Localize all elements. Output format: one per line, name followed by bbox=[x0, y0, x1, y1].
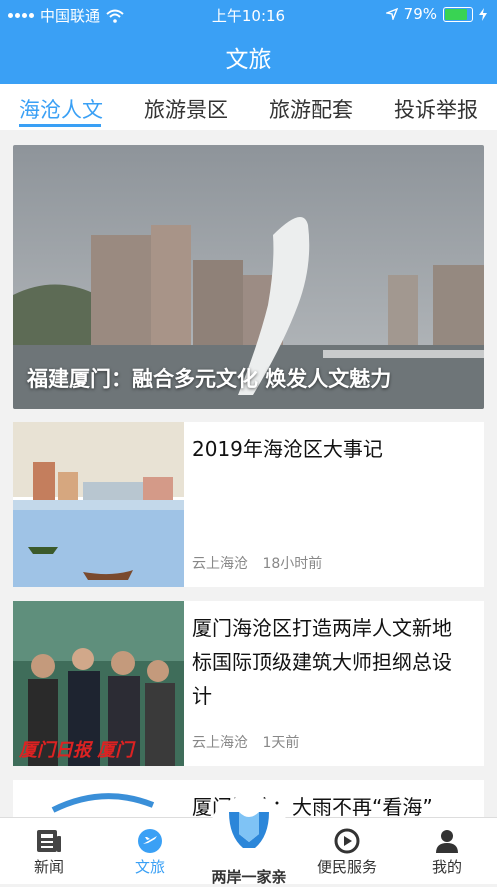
cross-strait-logo-icon bbox=[229, 812, 269, 848]
nav-travel-label: 文旅 bbox=[134, 858, 165, 876]
battery-icon bbox=[443, 6, 473, 22]
article-thumbnail: 厦门日报 厦门 bbox=[13, 601, 184, 766]
article-source: 云上海沧 bbox=[192, 556, 248, 572]
user-icon bbox=[436, 830, 458, 853]
hero-banner[interactable]: 福建厦门：融合多元文化 焕发人文魅力 bbox=[13, 145, 484, 409]
article-card[interactable]: 厦门日报 厦门 厦门海沧区打造两岸人文新地标国际顶级建筑大师担纲总设计 云上海沧… bbox=[13, 601, 484, 766]
charging-icon bbox=[479, 7, 487, 21]
nav-news[interactable]: 新闻 bbox=[9, 826, 89, 877]
battery-percent: 79% bbox=[403, 5, 437, 23]
article-card[interactable]: 2019年海沧区大事记 云上海沧 18小时前 bbox=[13, 422, 484, 587]
travel-icon bbox=[138, 829, 162, 853]
article-time: 1天前 bbox=[262, 735, 300, 751]
news-icon bbox=[37, 830, 61, 852]
article-source: 云上海沧 bbox=[192, 735, 248, 751]
nav-services[interactable]: 便民服务 bbox=[307, 826, 387, 877]
category-tabs: 海沧人文 旅游景区 旅游配套 投诉举报 bbox=[0, 84, 497, 130]
nav-services-label: 便民服务 bbox=[316, 858, 377, 876]
bottom-nav: 新闻 文旅 两岸一家亲 便民服务 我的 bbox=[0, 796, 497, 886]
tab-haicang-culture[interactable]: 海沧人文 bbox=[19, 94, 103, 124]
tab-scenic-spots[interactable]: 旅游景区 bbox=[144, 94, 228, 124]
nav-profile[interactable]: 我的 bbox=[407, 826, 487, 877]
article-title: 厦门海沧区打造两岸人文新地标国际顶级建筑大师担纲总设计 bbox=[192, 616, 452, 708]
nav-cross-strait[interactable]: 两岸一家亲 bbox=[205, 796, 293, 887]
nav-news-label: 新闻 bbox=[33, 858, 64, 876]
app-header: 中国联通 上午10:16 79% 文旅 bbox=[0, 0, 497, 84]
status-bar: 中国联通 上午10:16 79% bbox=[0, 0, 497, 28]
service-icon bbox=[334, 828, 360, 854]
article-meta: 云上海沧 18小时前 bbox=[192, 553, 322, 573]
nav-profile-label: 我的 bbox=[431, 858, 462, 876]
location-icon bbox=[385, 8, 398, 20]
nav-cross-strait-label: 两岸一家亲 bbox=[211, 868, 287, 886]
thumbnail-overlay-text: 厦门日报 厦门 bbox=[19, 740, 134, 761]
article-time: 18小时前 bbox=[262, 556, 323, 572]
tab-travel-services[interactable]: 旅游配套 bbox=[269, 94, 353, 124]
article-thumbnail bbox=[13, 422, 184, 587]
page-title: 文旅 bbox=[225, 47, 272, 73]
nav-travel[interactable]: 文旅 bbox=[110, 826, 190, 877]
hero-caption: 福建厦门：融合多元文化 焕发人文魅力 bbox=[27, 367, 392, 391]
article-meta: 云上海沧 1天前 bbox=[192, 732, 299, 752]
tab-complaints[interactable]: 投诉举报 bbox=[394, 94, 478, 124]
active-tab-indicator bbox=[19, 124, 101, 127]
article-title: 2019年海沧区大事记 bbox=[192, 437, 383, 461]
